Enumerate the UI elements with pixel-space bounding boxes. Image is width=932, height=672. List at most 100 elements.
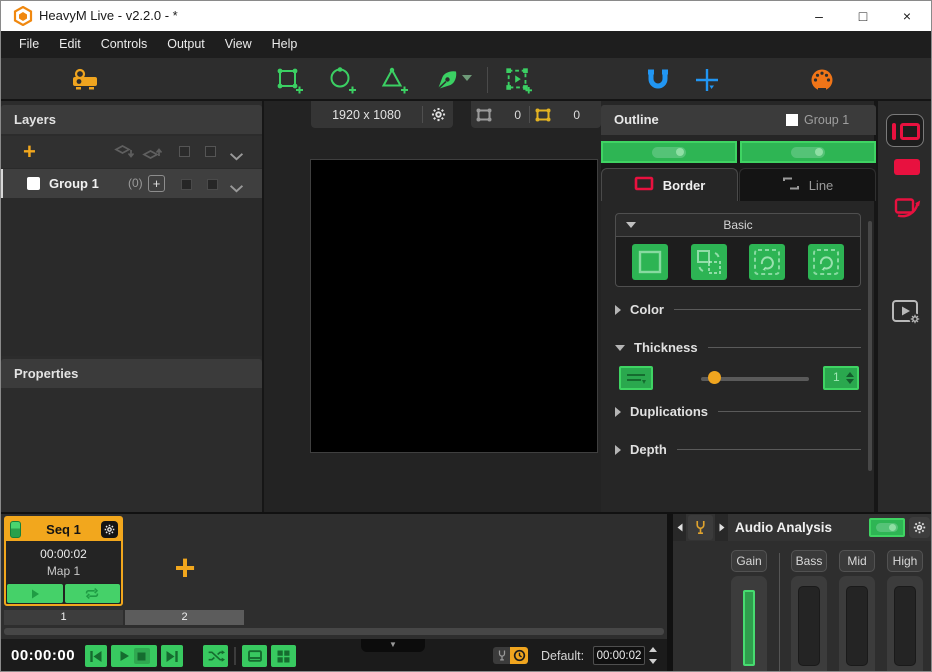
menu-file[interactable]: File (9, 31, 49, 58)
spinner-up-icon[interactable] (649, 647, 657, 652)
default-duration-input[interactable] (593, 646, 645, 665)
thickness-unit-dropdown[interactable] (619, 366, 653, 390)
magnet-snap-icon[interactable] (644, 66, 672, 94)
group-solo-toggle[interactable] (207, 179, 218, 190)
add-circle-icon[interactable] (328, 66, 356, 94)
spinner-up-icon[interactable] (846, 372, 854, 377)
resolution-settings-icon[interactable] (423, 107, 453, 122)
projection-canvas[interactable] (310, 159, 598, 453)
menu-output[interactable]: Output (157, 31, 215, 58)
preset-move-border[interactable] (691, 244, 727, 280)
layer-group-row[interactable]: Group 1 (0) + (1, 169, 262, 198)
audio-analysis-toggle[interactable] (869, 518, 905, 537)
projector-output-icon[interactable] (71, 66, 99, 94)
add-layer-button[interactable]: + (23, 137, 36, 167)
shuffle-button[interactable] (203, 645, 228, 667)
spinner-down-icon[interactable] (846, 379, 854, 384)
meter-gain: Gain (731, 550, 767, 672)
output-window-button[interactable] (242, 645, 267, 667)
sequence-settings-button[interactable] (101, 521, 118, 538)
time-mode-toggle[interactable] (510, 647, 528, 664)
meter-high-track[interactable] (887, 576, 923, 672)
menu-edit[interactable]: Edit (49, 31, 91, 58)
meter-high-slider[interactable] (894, 586, 916, 666)
outline-effect-button-selected[interactable] (886, 114, 924, 147)
move-layer-down-icon[interactable] (114, 144, 136, 165)
meter-gain-track[interactable] (731, 576, 767, 672)
menu-view[interactable]: View (215, 31, 262, 58)
spinner-down-icon[interactable] (649, 659, 657, 664)
add-triangle-icon[interactable] (380, 66, 408, 94)
sequence-track-1[interactable]: 1 (4, 610, 123, 625)
layers-panel-title: Layers (1, 105, 262, 134)
tab-border[interactable]: Border (601, 168, 738, 201)
collapsed-caret-icon (615, 407, 621, 417)
pen-tool-icon[interactable] (433, 66, 461, 94)
add-sequence-button[interactable]: + (167, 546, 203, 590)
solo-all-toggle[interactable] (205, 146, 216, 157)
play-stop-button[interactable] (111, 645, 157, 667)
blackout-all-toggle[interactable] (179, 146, 190, 157)
move-layer-up-icon[interactable] (142, 144, 164, 165)
animation-effect-button[interactable] (893, 192, 921, 219)
group-chevron-down-icon[interactable] (229, 180, 244, 198)
midi-connector-icon[interactable] (808, 66, 836, 94)
beat-mode-toggle[interactable] (493, 647, 510, 664)
resolution-box[interactable]: 1920 x 1080 (311, 101, 453, 128)
expanded-caret-icon (615, 345, 625, 351)
section-thickness[interactable]: Thickness (615, 339, 861, 356)
tab-line[interactable]: Line (739, 168, 876, 201)
add-quad-icon[interactable] (275, 66, 303, 94)
section-duplications[interactable]: Duplications (615, 403, 861, 420)
sequence-track-2[interactable]: 2 (125, 610, 244, 625)
add-shape-to-group-button[interactable]: + (148, 175, 165, 192)
chevron-down-icon[interactable] (229, 148, 244, 166)
maximize-button[interactable]: □ (841, 1, 885, 31)
preset-rotate-border-1[interactable] (749, 244, 785, 280)
add-group-icon[interactable] (504, 66, 532, 94)
group-blackout-toggle[interactable] (181, 179, 192, 190)
collapse-panel-handle[interactable]: ▼ (361, 639, 425, 652)
meter-bass-slider[interactable] (798, 586, 820, 666)
section-depth[interactable]: Depth (615, 441, 861, 458)
sequencer-scrollbar[interactable] (4, 628, 664, 635)
menu-bar: File Edit Controls Output View Help (1, 31, 932, 58)
grid-view-button[interactable] (271, 645, 296, 667)
skip-to-start-button[interactable] (85, 645, 107, 667)
audio-settings-button[interactable] (909, 517, 930, 538)
collapse-left-icon[interactable] (673, 514, 686, 541)
menu-help[interactable]: Help (262, 31, 308, 58)
stop-icon[interactable] (134, 648, 150, 664)
meter-mid-track[interactable] (839, 576, 875, 672)
meter-bass-track[interactable] (791, 576, 827, 672)
preset-rotate-border-2[interactable] (808, 244, 844, 280)
section-color[interactable]: Color (615, 301, 861, 318)
thickness-value-input[interactable]: 1 (823, 366, 859, 390)
group-name[interactable]: Group 1 (49, 169, 99, 198)
beat-detection-icon[interactable] (688, 515, 713, 540)
line-enable-toggle[interactable] (740, 141, 876, 163)
preset-static-border[interactable] (632, 244, 668, 280)
preset-group-header[interactable]: Basic (615, 213, 861, 237)
meter-gain-slider[interactable] (743, 590, 755, 666)
default-duration-spinner[interactable] (649, 646, 659, 665)
meter-mid-slider[interactable] (846, 586, 868, 666)
collapse-right-icon[interactable] (715, 514, 728, 541)
close-button[interactable]: × (885, 1, 929, 31)
menu-controls[interactable]: Controls (91, 31, 158, 58)
group-shape-count: (0) (128, 169, 143, 198)
sequence-card[interactable]: Seq 1 00:00:02 Map 1 (4, 516, 123, 606)
sequence-play-button[interactable] (7, 584, 63, 603)
thickness-slider-knob[interactable] (708, 371, 721, 384)
sequence-loop-button[interactable] (65, 584, 121, 603)
snap-cross-icon[interactable] (693, 66, 721, 94)
fill-effect-button[interactable] (894, 159, 920, 175)
player-settings-button[interactable] (891, 299, 921, 325)
panel-scrollbar[interactable] (868, 221, 872, 471)
pen-tool-dropdown-icon[interactable] (462, 75, 474, 85)
minimize-button[interactable]: – (797, 1, 841, 31)
border-enable-toggle[interactable] (601, 141, 737, 163)
skip-to-end-button[interactable] (161, 645, 183, 667)
transport-bar: ▼ 00:00:00 (1, 639, 667, 672)
group-color-swatch[interactable] (27, 177, 40, 190)
